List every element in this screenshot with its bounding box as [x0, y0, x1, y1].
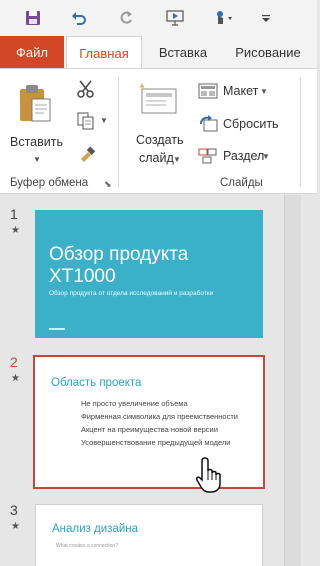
- ribbon-home: Вставить ▼ ▼ Буфер обмена ⬊ Создать слай…: [0, 68, 317, 194]
- slide-thumbnail-1[interactable]: Обзор продукта XT1000 Обзор продукта от …: [35, 210, 263, 338]
- layout-dropdown-icon[interactable]: ▼: [260, 87, 268, 96]
- save-icon[interactable]: [20, 5, 46, 31]
- paste-dropdown-icon[interactable]: ▼: [33, 155, 41, 164]
- animation-star-icon: ★: [11, 521, 20, 532]
- reset-icon: [200, 115, 218, 132]
- layout-label: Макет: [223, 84, 259, 98]
- group-separator: [300, 77, 301, 187]
- layout-icon: [198, 83, 218, 99]
- scissors-icon: [77, 80, 94, 98]
- undo-icon[interactable]: [66, 5, 92, 31]
- slide-bullet: Фирменная символика для преемственности: [81, 412, 238, 421]
- slide-number: 2: [10, 354, 18, 370]
- reset-label: Сбросить: [223, 117, 279, 131]
- present-from-start-icon[interactable]: [162, 5, 188, 31]
- new-slide-label-line2: слайд: [139, 151, 174, 165]
- slide-number: 1: [10, 206, 18, 222]
- slide-bullet: Акцент на преимущества новой версии: [81, 425, 218, 434]
- new-slide-dropdown-icon[interactable]: ▼: [173, 155, 181, 164]
- tab-file[interactable]: Файл: [0, 36, 64, 68]
- new-slide-label-line1: Создать: [136, 133, 184, 147]
- section-button[interactable]: Раздел ▼: [198, 145, 274, 167]
- tab-insert[interactable]: Вставка: [150, 36, 216, 68]
- section-label: Раздел: [223, 149, 265, 163]
- paste-label: Вставить: [10, 135, 63, 149]
- animation-star-icon: ★: [11, 225, 20, 236]
- redo-icon[interactable]: [113, 5, 139, 31]
- tab-home[interactable]: Главная: [66, 36, 142, 69]
- slide-bullet: Не просто увеличение объема: [81, 399, 188, 408]
- slide-subtitle: Обзор продукта от отдела исследований и …: [49, 290, 214, 297]
- slide-thumbnail-2[interactable]: Область проекта Не просто увеличение объ…: [33, 355, 265, 489]
- slide-title: Область проекта: [51, 377, 142, 389]
- format-painter-icon: [81, 146, 96, 162]
- slide-subtitle: What creates a connection?: [56, 543, 118, 549]
- layout-button[interactable]: Макет ▼: [198, 81, 272, 103]
- ribbon-tabs: Файл Главная Вставка Рисование: [0, 36, 317, 69]
- copy-icon: [77, 112, 94, 130]
- section-dropdown-icon[interactable]: ▼: [262, 152, 270, 161]
- new-slide-icon: [139, 83, 177, 114]
- quick-access-toolbar: [0, 0, 317, 36]
- slide-thumbnail-3[interactable]: Анализ дизайна What creates a connection…: [35, 504, 263, 566]
- animation-star-icon: ★: [11, 373, 20, 384]
- group-separator: [118, 77, 119, 187]
- slide-footer-mark: [49, 328, 65, 330]
- paste-button[interactable]: Вставить ▼: [8, 79, 63, 165]
- clipboard-group-label: Буфер обмена: [10, 177, 89, 189]
- clipboard-dialog-launcher-icon[interactable]: ⬊: [104, 179, 112, 190]
- slide-title: Анализ дизайна: [52, 523, 138, 535]
- reset-button[interactable]: Сбросить: [198, 113, 279, 135]
- tab-draw[interactable]: Рисование: [226, 36, 310, 68]
- touch-mode-icon[interactable]: [208, 5, 238, 31]
- copy-dropdown-icon[interactable]: ▼: [100, 116, 108, 125]
- format-painter-button[interactable]: [78, 145, 102, 167]
- cut-button[interactable]: [76, 79, 100, 103]
- slide-title: Обзор продукта XT1000: [49, 244, 189, 287]
- hand-cursor-icon: [196, 457, 221, 493]
- slide-bullet: Усовершенствование предыдущей модели: [81, 438, 231, 447]
- paste-icon: [20, 85, 51, 122]
- new-slide-button[interactable]: Создать слайд ▼: [130, 77, 186, 169]
- thumbnails-scrollbar[interactable]: [284, 195, 301, 566]
- customize-toolbar-icon[interactable]: [258, 5, 274, 31]
- copy-button[interactable]: ▼: [76, 111, 110, 135]
- slide-number: 3: [10, 502, 18, 518]
- slides-group-label: Слайды: [220, 177, 263, 189]
- section-icon: [198, 148, 217, 164]
